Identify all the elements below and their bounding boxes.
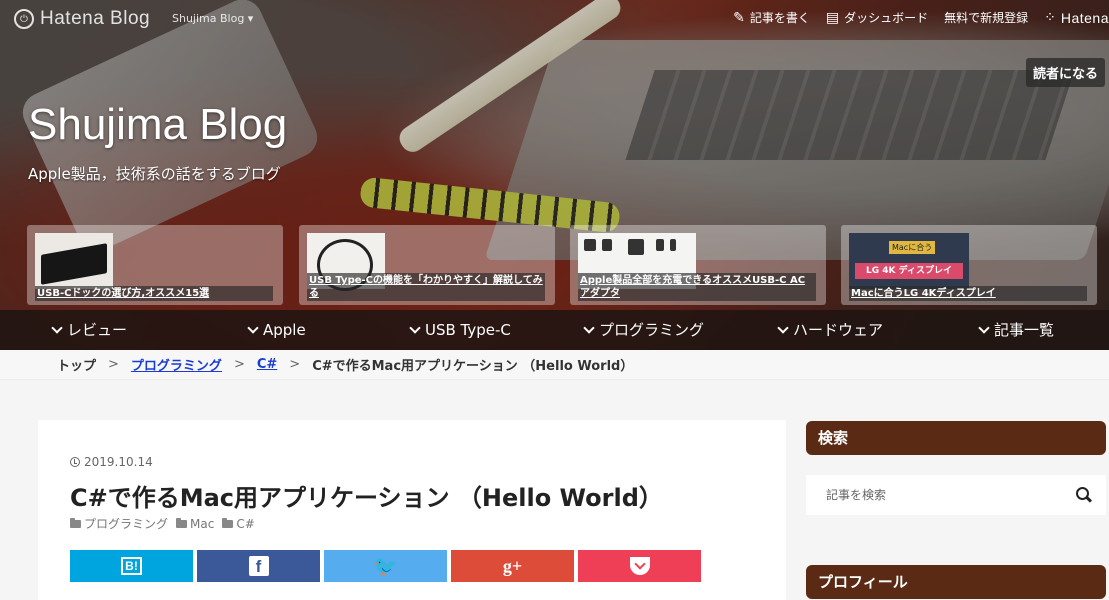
search-box [806,475,1106,515]
usb-dock-thumbnail [35,233,113,289]
post-categories: プログラミング Mac C# [70,515,255,532]
breadcrumb-top[interactable]: トップ [57,355,96,374]
breadcrumb-programming[interactable]: プログラミング [131,355,222,374]
featured-card[interactable]: USB Type-Cの機能を「わかりやすく」解説してみる [299,225,555,305]
breadcrumb-csharp[interactable]: C# [257,357,277,372]
hatena-grid-icon: ⁘ [1044,9,1056,26]
nav-item-all-posts[interactable]: 記事一覧 [978,310,1054,350]
hatena-topbar: ⏻ Hatena Blog Shujima Blog ▾ ✎ 記事を書く ▤ ダ… [0,0,1109,38]
chevron-down-icon [978,322,990,334]
featured-card[interactable]: Apple製品全部を充電できるオススメUSB-C ACアダプタ [570,225,826,305]
featured-card-title: USB-Cドックの選び方,オススメ15選 [35,286,273,301]
twitter-icon: 🐦 [373,554,398,578]
google-plus-icon: g+ [502,555,523,576]
search-input[interactable] [826,488,1066,502]
profile-heading: プロフィール [806,565,1106,599]
chevron-down-icon [247,322,259,334]
featured-posts: USB-Cドックの選び方,オススメ15選 USB Type-Cの機能を「わかりや… [27,225,1107,305]
featured-card[interactable]: USB-Cドックの選び方,オススメ15選 [27,225,283,305]
topbar-links: ✎ 記事を書く ▤ ダッシュボード 無料で新規登録 ⁘ Hatena [733,9,1109,26]
folder-icon [70,517,81,528]
hatena-bookmark-icon: B! [121,557,142,575]
featured-card-title: Macに合うLG 4Kディスプレイ [849,286,1087,301]
post-date: 2019.10.14 [70,455,153,469]
post-category-mac[interactable]: Mac [176,515,214,532]
blog-title[interactable]: Shujima Blog [28,100,287,150]
pocket-icon [629,557,650,575]
featured-card-title: Apple製品全部を充電できるオススメUSB-C ACアダプタ [578,273,816,301]
hatena-logo-icon: ⏻ [14,9,34,29]
facebook-icon: f [248,556,269,576]
hatena-bookmark-button[interactable]: B! [70,550,193,582]
chevron-down-icon [777,322,789,334]
breadcrumb: トップ > プログラミング > C# > C#で作るMac用アプリケーション （… [0,350,1109,380]
article-card: 2019.10.14 C#で作るMac用アプリケーション （Hello Worl… [38,420,786,600]
search-icon[interactable] [1076,487,1092,503]
featured-card-title: USB Type-Cの機能を「わかりやすく」解説してみる [307,273,545,301]
nav-item-review[interactable]: レビュー [51,310,127,350]
folder-icon [222,517,234,528]
breadcrumb-current: C#で作るMac用アプリケーション （Hello World） [312,359,634,374]
post-category-programming[interactable]: プログラミング [70,515,168,532]
nav-item-programming[interactable]: プログラミング [583,310,704,350]
pocket-save-button[interactable] [578,550,701,582]
subscribe-button[interactable]: 読者になる [1025,58,1105,87]
facebook-share-button[interactable]: f [197,550,320,582]
post-category-csharp[interactable]: C# [222,515,255,532]
clock-icon [70,457,80,467]
featured-card[interactable]: Macに合う LG 4K ディスプレイ Macに合うLG 4Kディスプレイ [841,225,1097,305]
blog-header: ⏻ Hatena Blog Shujima Blog ▾ ✎ 記事を書く ▤ ダ… [0,0,1109,350]
search-heading: 検索 [806,421,1106,455]
folder-icon [176,517,188,528]
twitter-share-button[interactable]: 🐦 [324,550,447,582]
blog-switcher[interactable]: Shujima Blog ▾ [172,12,253,25]
hatena-blog-logo-text: Hatena Blog [40,8,151,29]
hatena-menu[interactable]: ⁘ Hatena [1044,10,1109,26]
dashboard-link[interactable]: ▤ ダッシュボード [826,9,928,26]
google-plus-share-button[interactable]: g+ [451,550,574,582]
nav-item-hardware[interactable]: ハードウェア [777,310,883,350]
share-buttons: B! f 🐦 g+ [70,550,701,582]
lg-display-thumbnail: Macに合う LG 4K ディスプレイ [849,233,969,289]
nav-item-apple[interactable]: Apple [247,310,306,350]
category-nav: レビュー Apple USB Type-C プログラミング ハードウェア 記事一… [0,310,1109,350]
write-post-link[interactable]: ✎ 記事を書く [733,9,810,26]
dashboard-icon: ▤ [825,9,840,26]
chevron-down-icon [583,322,595,334]
signup-link[interactable]: 無料で新規登録 [944,9,1028,26]
post-title: C#で作るMac用アプリケーション （Hello World） [70,484,663,512]
blog-description: Apple製品，技術系の話をするブログ [28,165,281,183]
hatena-blog-logo[interactable]: ⏻ Hatena Blog [14,8,150,30]
nav-item-usb-type-c[interactable]: USB Type-C [409,310,511,350]
chevron-down-icon [409,322,421,334]
chevron-down-icon [51,322,63,334]
pencil-square-icon: ✎ [733,9,745,26]
